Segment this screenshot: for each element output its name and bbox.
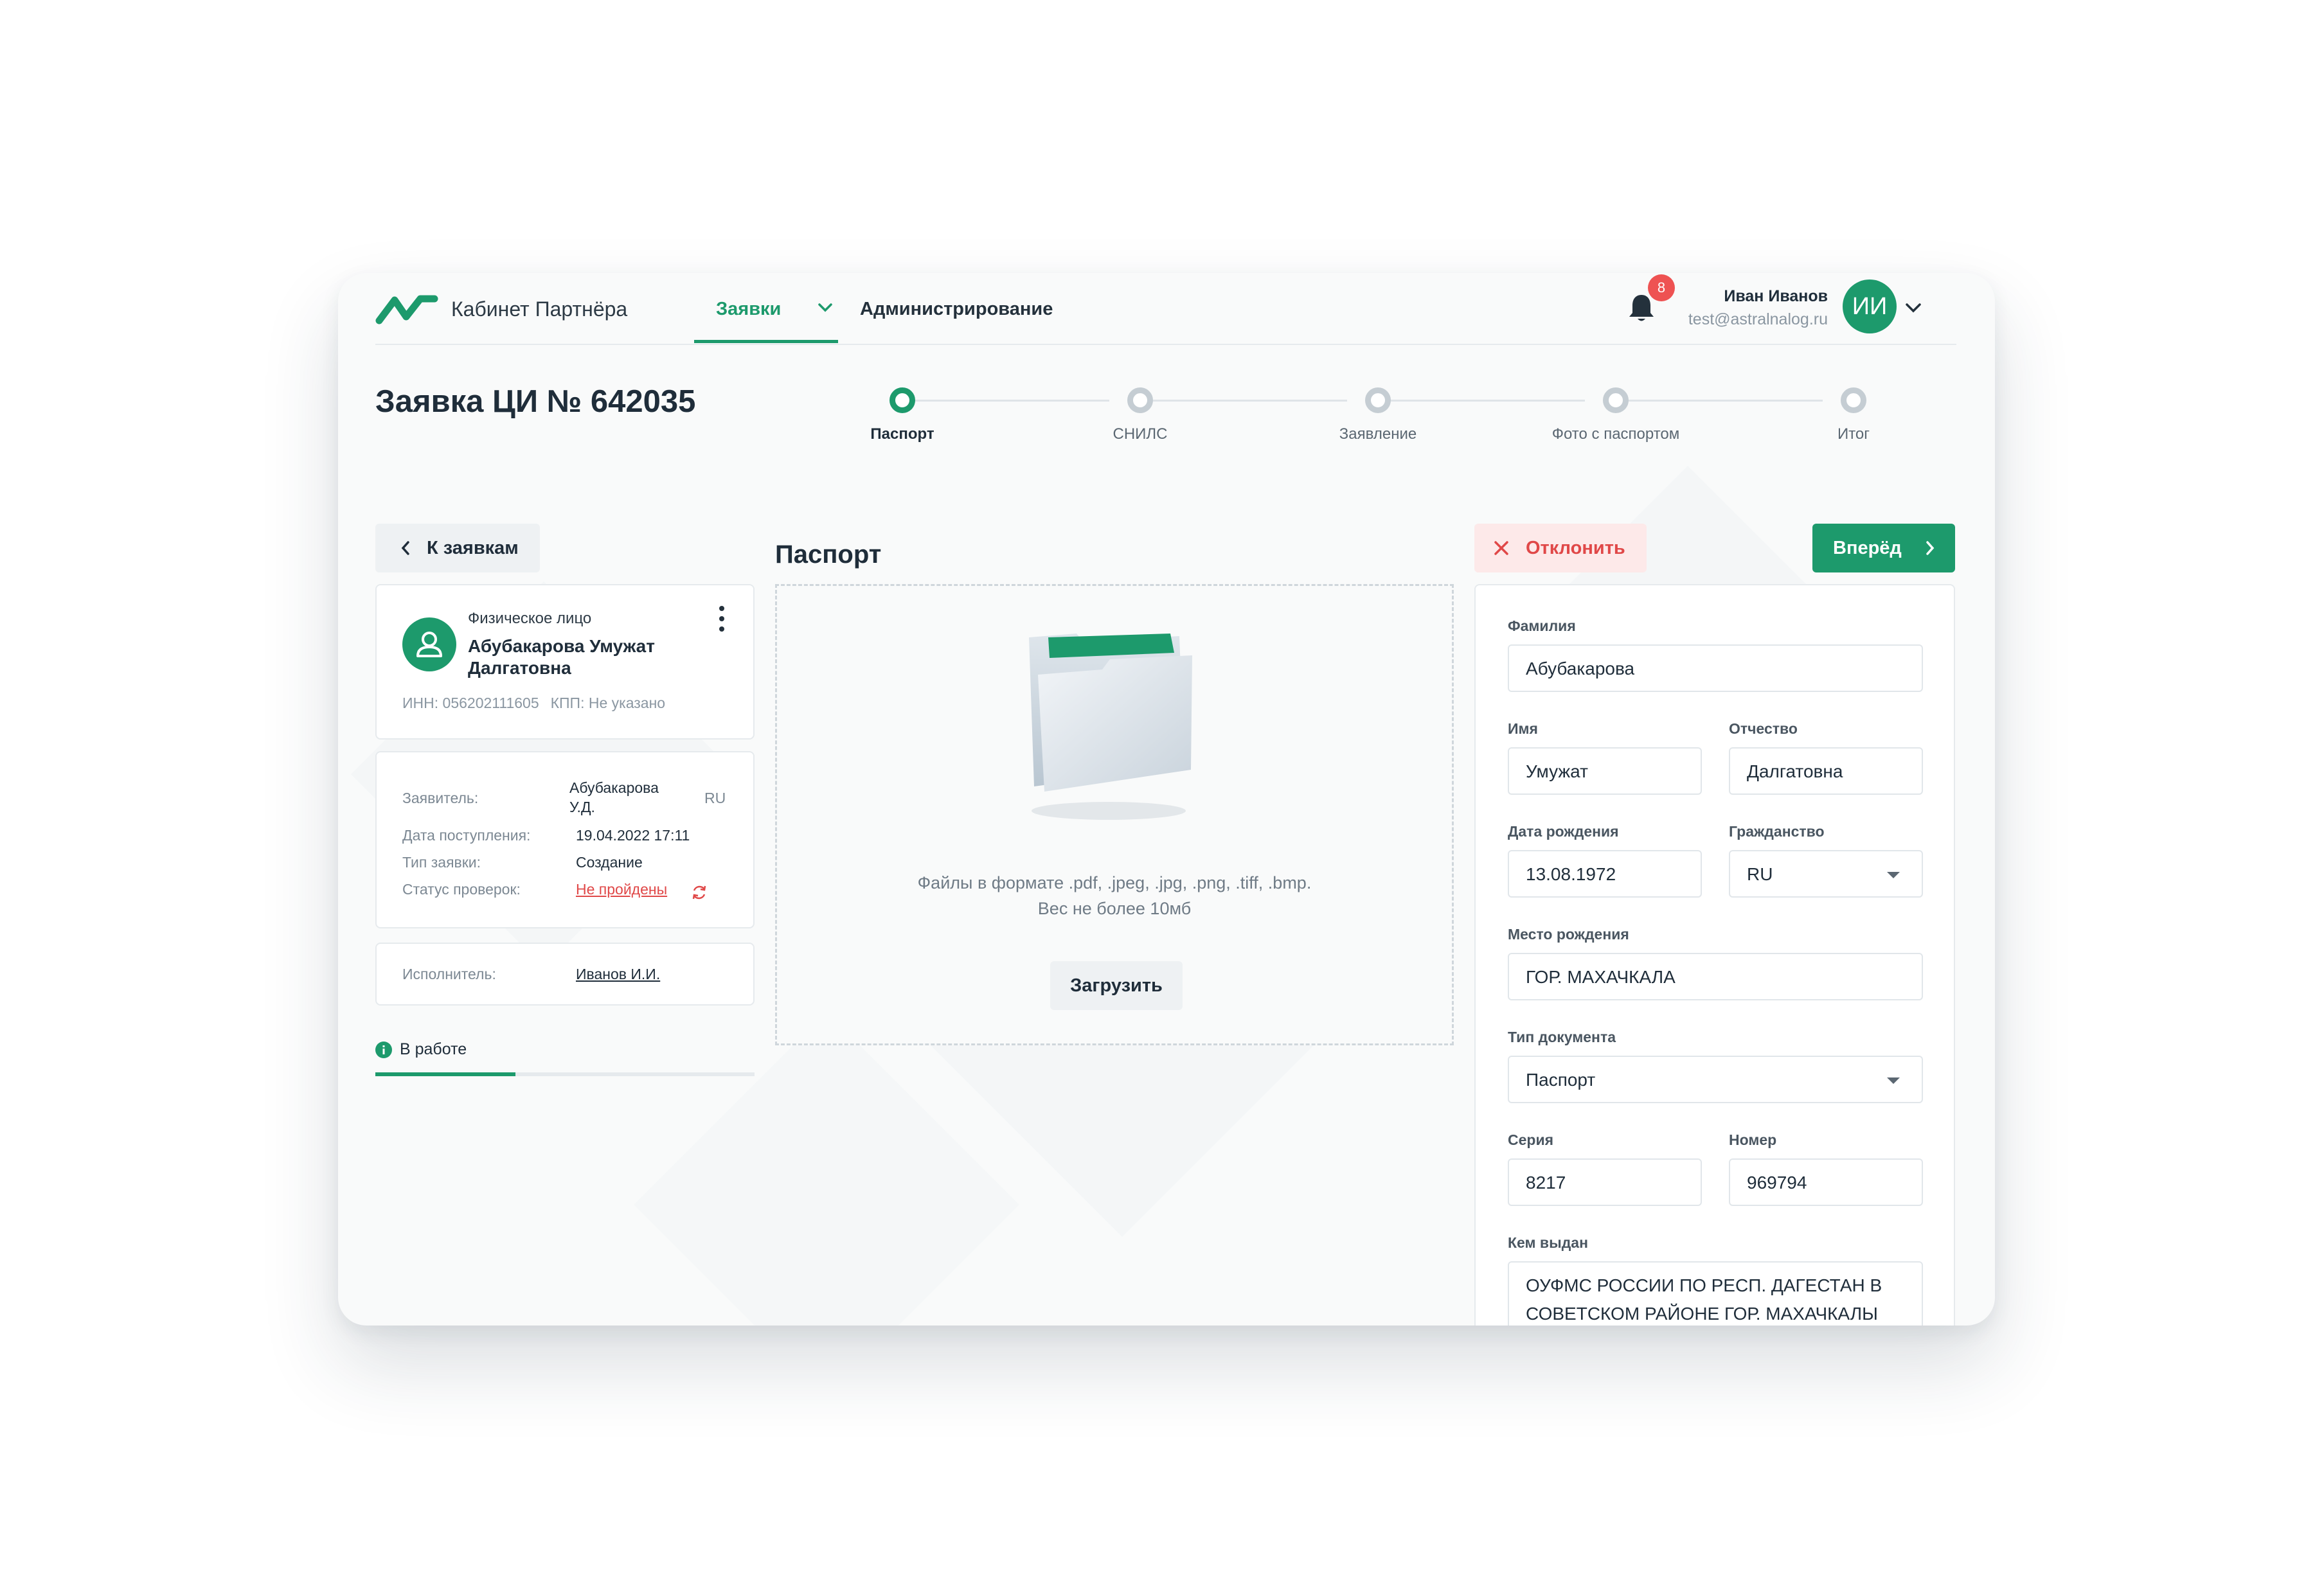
name-value: Умужат bbox=[1526, 761, 1588, 781]
status-label: Статус проверок: bbox=[402, 881, 521, 898]
step-dot-passport[interactable] bbox=[889, 387, 915, 413]
applicant-value: Абубакарова У.Д. bbox=[569, 779, 659, 815]
folder-icon bbox=[1029, 634, 1192, 820]
work-status-label: В работе bbox=[400, 1040, 467, 1058]
surname-value: Абубакарова bbox=[1526, 659, 1635, 678]
citizenship-select[interactable]: RU bbox=[1729, 850, 1923, 898]
passport-form: Фамилия Абубакарова Имя Умужат Отчество … bbox=[1474, 584, 1955, 1326]
upload-hint-size: Вес не более 10мб bbox=[1037, 899, 1192, 918]
surname-input[interactable]: Абубакарова bbox=[1508, 644, 1923, 692]
applicant-label: Заявитель: bbox=[402, 790, 479, 806]
number-input[interactable]: 969794 bbox=[1729, 1158, 1923, 1206]
birth-date-label: Дата рождения bbox=[1508, 823, 1619, 840]
step-connector bbox=[1611, 400, 1823, 402]
back-button-label: К заявкам bbox=[427, 538, 519, 558]
request-info-card: Заявитель: Абубакарова У.Д. RU Дата пост… bbox=[375, 751, 755, 928]
birth-place-value: ГОР. МАХАЧКАЛА bbox=[1526, 967, 1676, 987]
number-value: 969794 bbox=[1747, 1173, 1807, 1193]
close-icon bbox=[1494, 541, 1508, 555]
applicant-country: RU bbox=[704, 790, 726, 806]
person-type: Физическое лицо bbox=[468, 610, 592, 627]
app-window: Кабинет Партнёра Заявки Администрировани… bbox=[338, 273, 1995, 1326]
series-input[interactable]: 8217 bbox=[1508, 1158, 1702, 1206]
step-dot-snils[interactable] bbox=[1127, 387, 1153, 413]
step-label-passport: Паспорт bbox=[870, 425, 934, 443]
reject-button[interactable]: Отклонить bbox=[1474, 524, 1647, 572]
birth-place-input[interactable]: ГОР. МАХАЧКАЛА bbox=[1508, 953, 1923, 1000]
step-dot-photo[interactable] bbox=[1603, 387, 1629, 413]
upload-section-title: Паспорт bbox=[775, 540, 882, 569]
doc-type-value: Паспорт bbox=[1526, 1070, 1596, 1090]
executor-link[interactable]: Иванов И.И. bbox=[576, 966, 660, 983]
chevron-left-icon bbox=[401, 541, 409, 555]
patronymic-input[interactable]: Далгатовна bbox=[1729, 747, 1923, 795]
step-label-result: Итог bbox=[1837, 425, 1870, 443]
birth-date-input[interactable]: 13.08.1972 bbox=[1508, 850, 1702, 898]
surname-label: Фамилия bbox=[1508, 617, 1576, 634]
number-label: Номер bbox=[1729, 1131, 1777, 1148]
reject-button-label: Отклонить bbox=[1526, 538, 1625, 558]
progress-stepper: Паспорт СНИЛС Заявление Фото с паспортом… bbox=[338, 273, 1995, 466]
step-dot-application[interactable] bbox=[1365, 387, 1391, 413]
birth-date-value: 13.08.1972 bbox=[1526, 864, 1616, 884]
file-dropzone[interactable]: Файлы в формате .pdf, .jpeg, .jpg, .png,… bbox=[775, 584, 1454, 1045]
birth-place-label: Место рождения bbox=[1508, 926, 1629, 943]
upload-hint-formats: Файлы в формате .pdf, .jpeg, .jpg, .png,… bbox=[917, 873, 1312, 892]
inn-value: ИНН: 056202111605 bbox=[402, 695, 539, 711]
dropdown-caret-icon bbox=[1887, 1077, 1900, 1084]
executor-card: Исполнитель: Иванов И.И. bbox=[375, 943, 755, 1006]
inn-kpp-line: ИНН: 056202111605 КПП: Не указано bbox=[402, 695, 665, 712]
patronymic-label: Отчество bbox=[1729, 720, 1798, 737]
received-value: 19.04.2022 17:11 bbox=[576, 827, 690, 844]
chevron-right-icon bbox=[1926, 541, 1935, 555]
doc-type-label: Тип документа bbox=[1508, 1029, 1616, 1045]
issued-by-textarea[interactable]: ОУФМС РОССИИ ПО РЕСП. ДАГЕСТАН В СОВЕТСК… bbox=[1508, 1261, 1923, 1326]
back-to-requests-button[interactable]: К заявкам bbox=[375, 524, 540, 572]
step-connector bbox=[1135, 400, 1347, 402]
issued-by-value: ОУФМС РОССИИ ПО РЕСП. ДАГЕСТАН В СОВЕТСК… bbox=[1526, 1275, 1882, 1324]
next-button[interactable]: Вперёд bbox=[1812, 524, 1955, 572]
received-label: Дата поступления: bbox=[402, 827, 531, 844]
upload-hint: Файлы в формате .pdf, .jpeg, .jpg, .png,… bbox=[777, 870, 1452, 921]
status-info-icon bbox=[375, 1042, 392, 1058]
applicant-card: Физическое лицо Абубакарова Умужат Далга… bbox=[375, 584, 755, 740]
citizenship-label: Гражданство bbox=[1729, 823, 1825, 840]
step-dot-result[interactable] bbox=[1841, 387, 1866, 413]
type-label: Тип заявки: bbox=[402, 854, 481, 871]
name-input[interactable]: Умужат bbox=[1508, 747, 1702, 795]
upload-button[interactable]: Загрузить bbox=[1050, 961, 1183, 1010]
step-label-application: Заявление bbox=[1339, 425, 1417, 443]
work-progress-bar bbox=[375, 1072, 755, 1076]
status-value-link[interactable]: Не пройдены bbox=[576, 881, 667, 898]
refresh-icon[interactable] bbox=[690, 883, 708, 901]
doc-type-select[interactable]: Паспорт bbox=[1508, 1056, 1923, 1103]
type-value: Создание bbox=[576, 854, 643, 871]
executor-label: Исполнитель: bbox=[402, 966, 496, 982]
dropdown-caret-icon bbox=[1887, 872, 1900, 878]
series-value: 8217 bbox=[1526, 1173, 1566, 1193]
work-progress-fill bbox=[375, 1072, 516, 1076]
step-connector bbox=[897, 400, 1109, 402]
more-options-icon[interactable] bbox=[717, 605, 726, 633]
step-label-snils: СНИЛС bbox=[1113, 425, 1168, 443]
citizenship-value: RU bbox=[1747, 864, 1773, 884]
person-name: Абубакарова Умужат Далгатовна bbox=[468, 636, 655, 678]
name-label: Имя bbox=[1508, 720, 1538, 737]
series-label: Серия bbox=[1508, 1131, 1554, 1148]
person-icon bbox=[402, 617, 456, 671]
kpp-value: КПП: Не указано bbox=[550, 695, 666, 711]
patronymic-value: Далгатовна bbox=[1747, 761, 1843, 781]
step-label-photo: Фото с паспортом bbox=[1551, 425, 1680, 443]
issued-by-label: Кем выдан bbox=[1508, 1234, 1588, 1251]
next-button-label: Вперёд bbox=[1833, 538, 1902, 558]
step-connector bbox=[1373, 400, 1585, 402]
